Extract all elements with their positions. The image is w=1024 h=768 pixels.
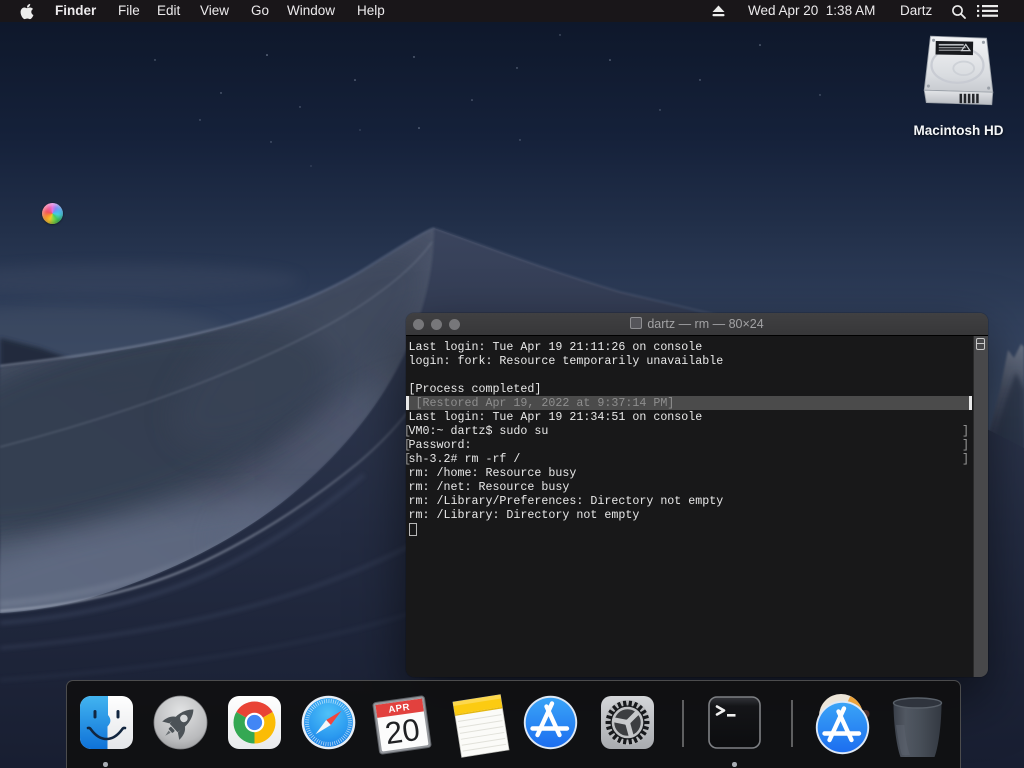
svg-text:20: 20 (383, 712, 422, 751)
